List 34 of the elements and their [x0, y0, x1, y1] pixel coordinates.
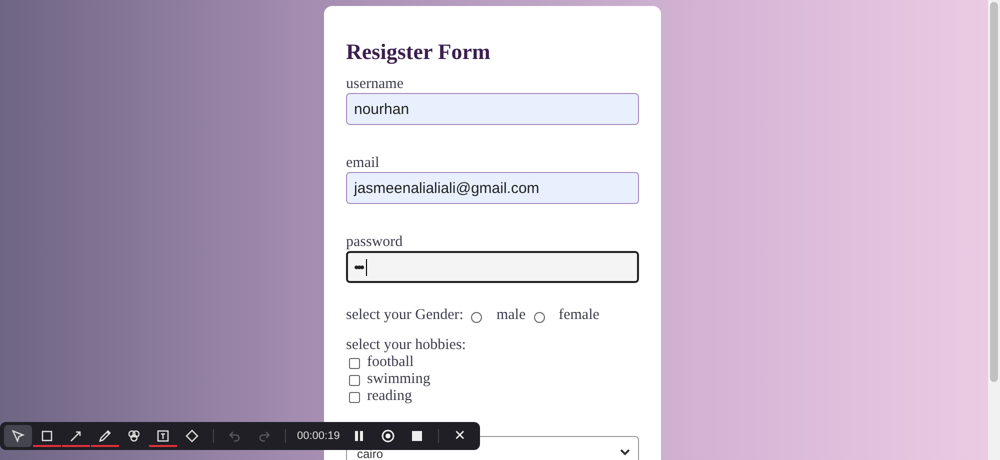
radio-label: male [496, 307, 526, 324]
eraser-icon [185, 429, 199, 443]
gender-label: select your Gender: [346, 307, 464, 324]
pen-icon [98, 429, 112, 443]
redo-icon [257, 429, 271, 443]
checkbox[interactable] [349, 358, 360, 368]
input-field[interactable]: ••• [346, 251, 639, 283]
input-field[interactable]: nourhan [346, 93, 639, 125]
checkbox-label: swimming [367, 371, 430, 388]
undo-icon [228, 429, 242, 443]
field-label: email [346, 155, 380, 172]
checkbox[interactable] [349, 374, 360, 386]
record-icon [380, 429, 395, 443]
input-field[interactable]: jasmeenalialiali@gmail.com [346, 172, 639, 204]
radio-button[interactable] [471, 312, 482, 322]
checkbox-label: reading [367, 388, 412, 405]
checkbox[interactable] [349, 392, 360, 402]
pointer-tool[interactable] [4, 425, 32, 447]
arrow-icon [69, 429, 83, 443]
rectangle-icon [40, 429, 54, 443]
hobbies-label: select your hobbies: [346, 337, 467, 354]
timer: 00:00:19 [297, 430, 340, 442]
field-label: username [346, 76, 404, 93]
field-label: password [346, 234, 403, 251]
checkbox-label: football [367, 354, 414, 371]
pointer-icon [11, 429, 25, 443]
shapes-icon [127, 429, 141, 443]
form-title: Resigster Form [346, 39, 492, 65]
stop-icon [410, 429, 424, 443]
radio-label: female [558, 307, 600, 324]
text-icon [156, 429, 170, 443]
scrollbar[interactable] [988, 0, 1000, 460]
chevron-icon [620, 449, 630, 456]
radio-button[interactable] [534, 312, 545, 322]
